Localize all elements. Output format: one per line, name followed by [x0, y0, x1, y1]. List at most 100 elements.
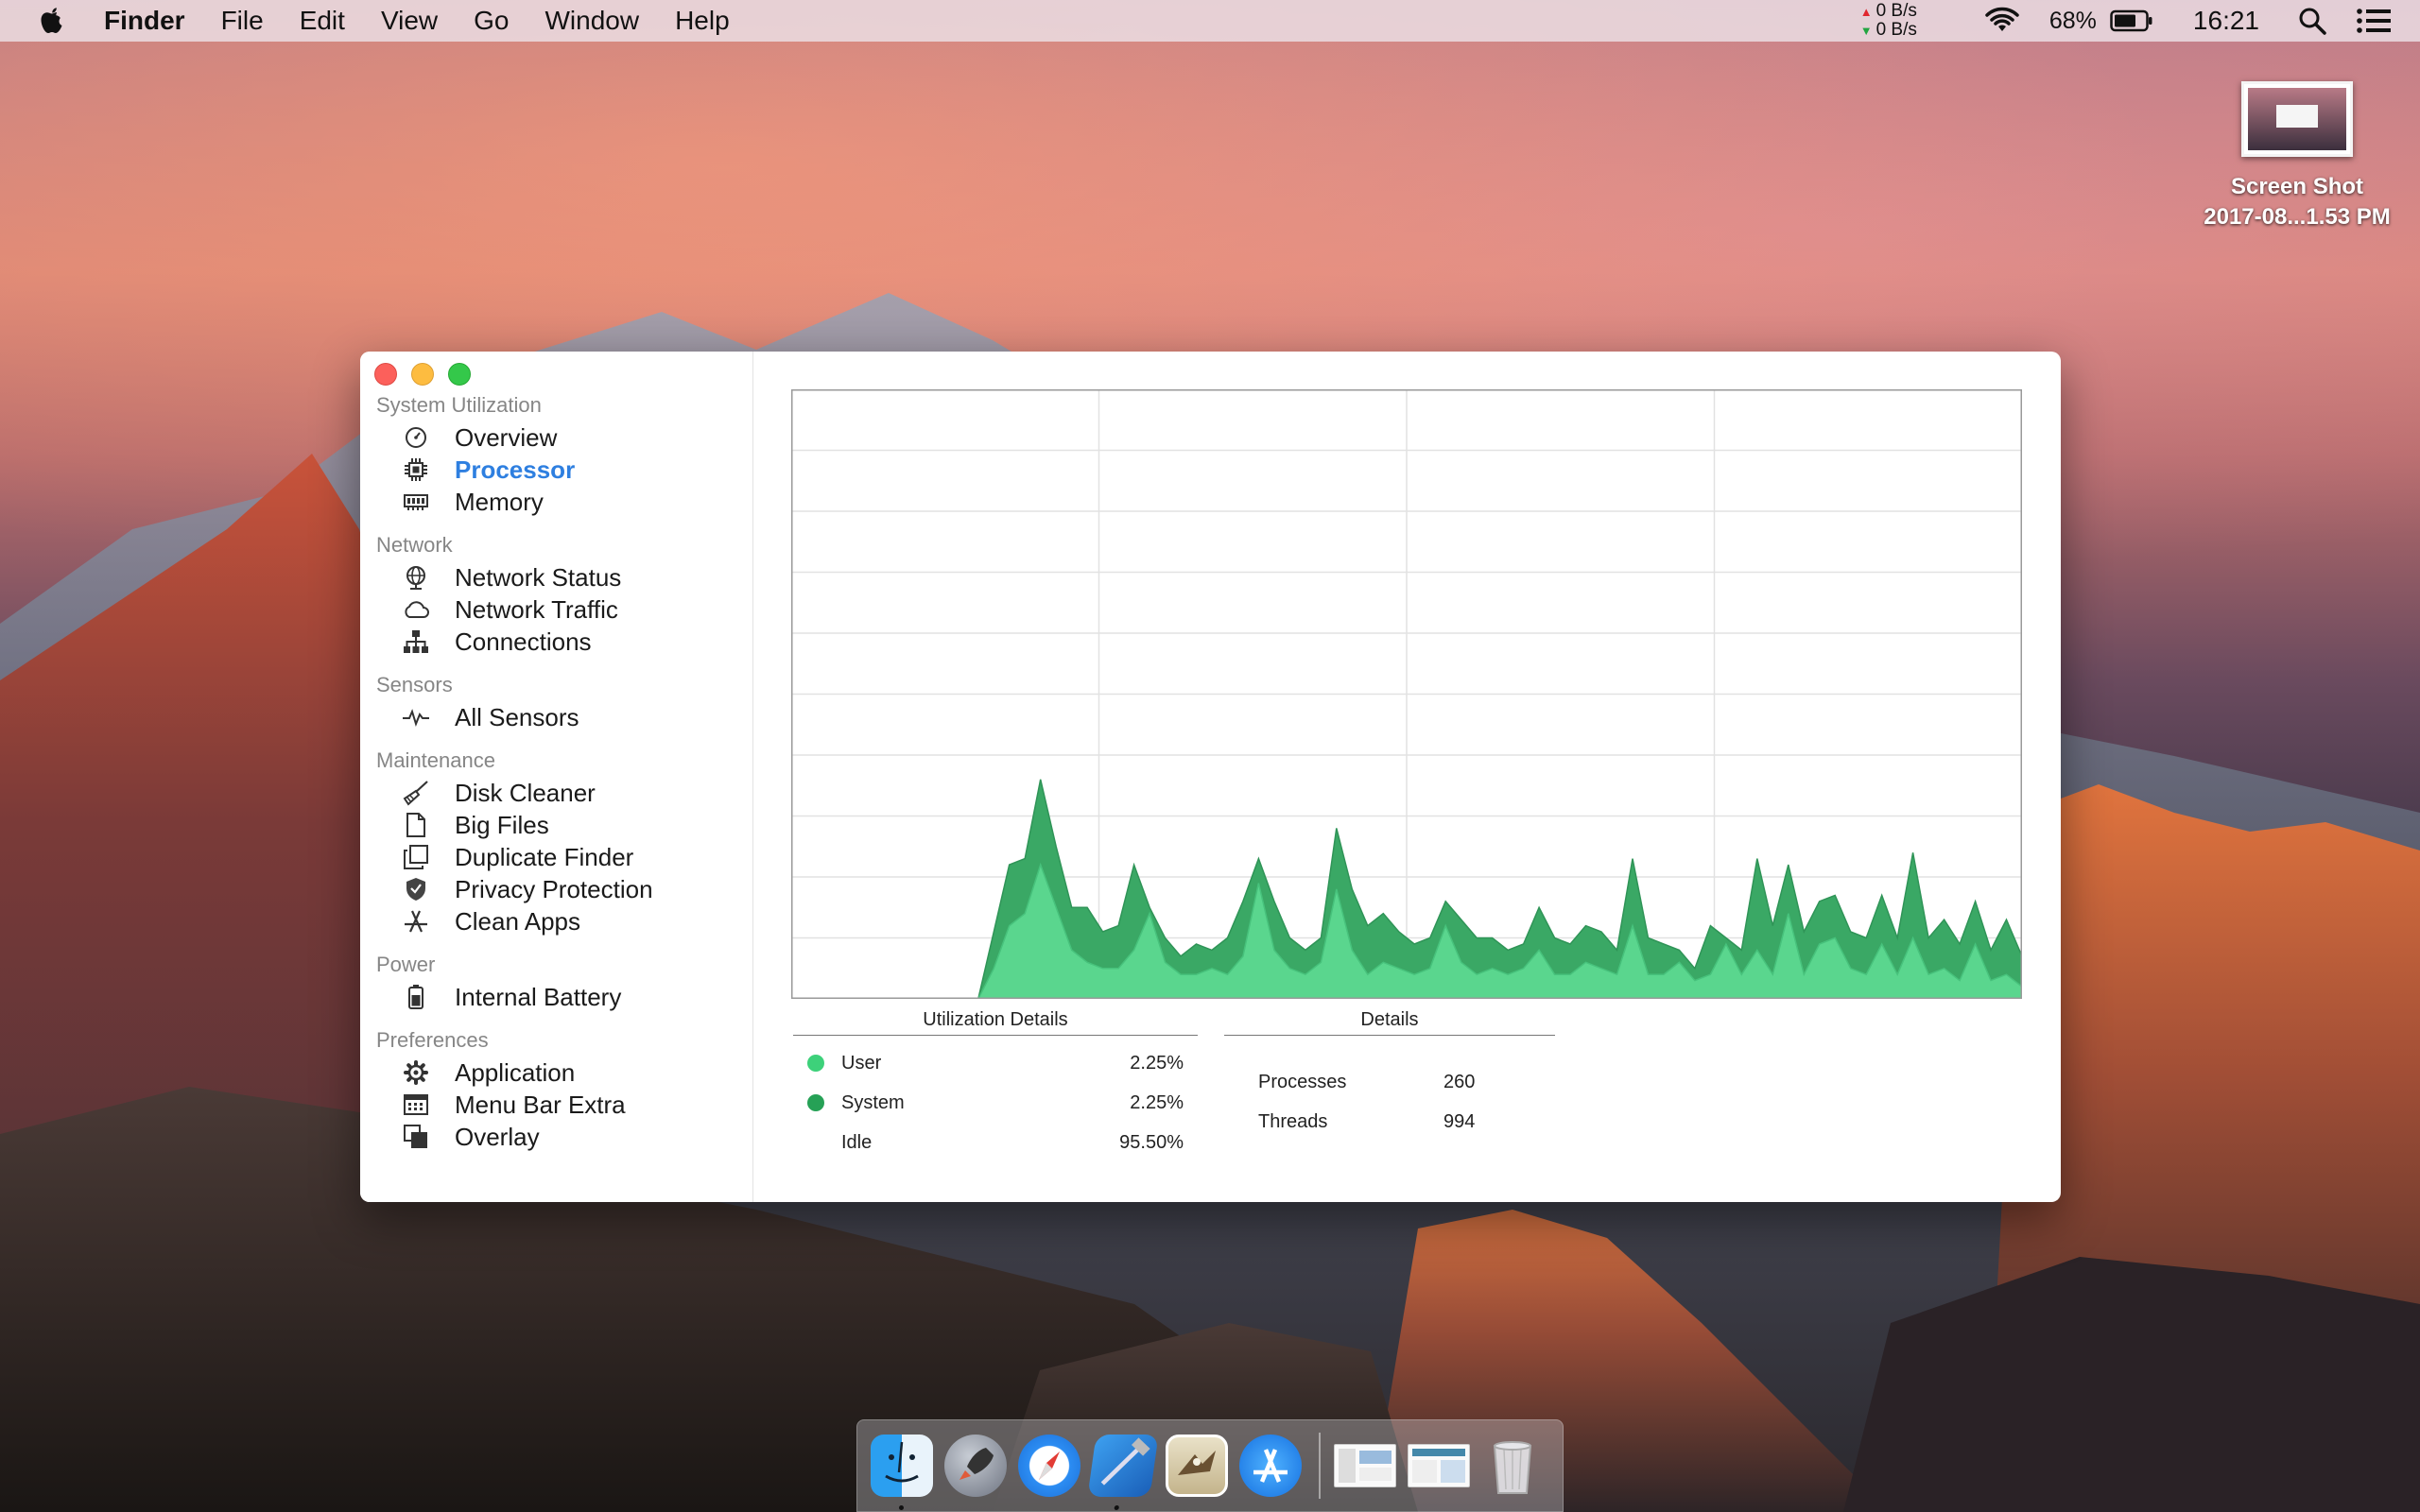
- upload-speed: 0 B/s: [1860, 2, 1917, 21]
- sidebar-nav: System Utilization Overview Processor Me…: [376, 389, 750, 1153]
- sidebar-item-network-traffic[interactable]: Network Traffic: [376, 593, 750, 626]
- app-store-icon: [402, 907, 430, 936]
- cpu-usage-chart: [791, 389, 2022, 999]
- sidebar-item-label: Connections: [455, 627, 592, 656]
- sidebar-item-label: Network Traffic: [455, 594, 618, 624]
- globe-icon: [402, 563, 430, 592]
- menu-bar: Finder File Edit View Go Window Help 0 B…: [0, 0, 2420, 42]
- wifi-icon[interactable]: [1983, 7, 2021, 35]
- apple-icon[interactable]: [38, 5, 66, 37]
- utilization-value: 2.25%: [1130, 1091, 1184, 1113]
- sidebar-item-menu-bar-extra[interactable]: Menu Bar Extra: [376, 1089, 750, 1121]
- utilization-row-idle: Idle 95.50%: [793, 1123, 1198, 1162]
- desktop-file-name-line1: Screen Shot: [2230, 174, 2364, 199]
- sidebar-item-label: Overlay: [455, 1122, 540, 1151]
- desktop-file-screenshot[interactable]: Screen Shot 2017-08...1.53 PM: [2174, 77, 2420, 232]
- app-store-icon[interactable]: [1239, 1435, 1302, 1497]
- sidebar-item-label: Overview: [455, 422, 558, 452]
- hierarchy-icon: [402, 627, 430, 656]
- gear-icon: [402, 1058, 430, 1087]
- sidebar-item-internal-battery[interactable]: Internal Battery: [376, 981, 750, 1013]
- details-title: Details: [1224, 1005, 1555, 1036]
- sidebar-item-memory[interactable]: Memory: [376, 486, 750, 518]
- sidebar-item-label: Internal Battery: [455, 982, 622, 1011]
- finder-icon[interactable]: [871, 1435, 933, 1510]
- sidebar-item-duplicate-finder[interactable]: Duplicate Finder: [376, 841, 750, 873]
- sidebar-item-privacy-protection[interactable]: Privacy Protection: [376, 873, 750, 905]
- app-menu[interactable]: Finder: [104, 6, 185, 36]
- running-indicator: [1114, 1505, 1120, 1510]
- menu-help[interactable]: Help: [675, 6, 730, 36]
- section-system-utilization: System Utilization: [376, 393, 542, 417]
- details-value: 260: [1443, 1071, 1476, 1092]
- sidebar-item-overview[interactable]: Overview: [376, 421, 750, 454]
- xcode-icon[interactable]: [1087, 1435, 1159, 1510]
- clock[interactable]: 16:21: [2193, 6, 2259, 36]
- utilization-value: 95.50%: [1119, 1131, 1184, 1153]
- document-icon: [402, 811, 430, 839]
- mail-icon[interactable]: [1166, 1435, 1228, 1497]
- spotlight-icon[interactable]: [2297, 6, 2327, 36]
- sidebar-item-network-status[interactable]: Network Status: [376, 561, 750, 593]
- dock: [856, 1419, 1564, 1512]
- section-power: Power: [376, 953, 436, 976]
- sidebar-item-processor[interactable]: Processor: [376, 454, 750, 486]
- network-speed-extra[interactable]: 0 B/s 0 B/s: [1860, 2, 1917, 40]
- sidebar-item-label: Processor: [455, 455, 576, 484]
- sidebar-item-label: Menu Bar Extra: [455, 1090, 626, 1119]
- sidebar-item-label: Big Files: [455, 810, 549, 839]
- sidebar-item-disk-cleaner[interactable]: Disk Cleaner: [376, 777, 750, 809]
- cpu-icon: [402, 455, 430, 484]
- zoom-button[interactable]: [448, 363, 471, 386]
- sidebar-item-application[interactable]: Application: [376, 1057, 750, 1089]
- sidebar-item-label: Application: [455, 1057, 576, 1087]
- sidebar-item-label: Memory: [455, 487, 544, 516]
- user-legend-dot: [807, 1055, 824, 1072]
- utilization-row-system: System 2.25%: [793, 1083, 1198, 1123]
- details-label: Processes: [1258, 1071, 1347, 1092]
- menu-edit[interactable]: Edit: [300, 6, 345, 36]
- menu-view[interactable]: View: [381, 6, 438, 36]
- shield-icon: [402, 875, 430, 903]
- download-speed: 0 B/s: [1860, 21, 1917, 40]
- utilization-details-title: Utilization Details: [793, 1005, 1198, 1036]
- screenshot-thumbnail: [2241, 81, 2353, 157]
- details-row-threads: Threads 994: [1224, 1102, 1555, 1142]
- notification-center-icon[interactable]: [2356, 8, 2392, 34]
- menu-go[interactable]: Go: [474, 6, 509, 36]
- details-row-processes: Processes 260: [1224, 1062, 1555, 1102]
- utilization-details-panel: Utilization Details User 2.25% System 2.…: [793, 1005, 1198, 1162]
- details-panel: Details Processes 260 Threads 994: [1224, 1005, 1555, 1142]
- app-window: System Utilization Overview Processor Me…: [360, 352, 2061, 1202]
- launchpad-icon[interactable]: [944, 1435, 1007, 1497]
- cpu-usage-chart-svg: [791, 389, 2022, 999]
- safari-icon[interactable]: [1018, 1435, 1080, 1497]
- sidebar-item-clean-apps[interactable]: Clean Apps: [376, 905, 750, 937]
- details-label: Threads: [1258, 1110, 1328, 1132]
- menu-file[interactable]: File: [221, 6, 264, 36]
- sidebar-item-big-files[interactable]: Big Files: [376, 809, 750, 841]
- screenshot-thumb-icon[interactable]: [1334, 1444, 1396, 1487]
- close-button[interactable]: [374, 363, 397, 386]
- cloud-icon: [402, 595, 430, 624]
- system-legend-dot: [807, 1094, 824, 1111]
- sidebar-item-label: Privacy Protection: [455, 874, 653, 903]
- screenshot-thumb-icon[interactable]: [1408, 1444, 1470, 1487]
- pulse-icon: [402, 703, 430, 731]
- utilization-label: Idle: [841, 1131, 873, 1153]
- battery-icon[interactable]: [2110, 9, 2153, 32]
- trash-icon[interactable]: [1481, 1435, 1544, 1497]
- gauge-icon: [402, 423, 430, 452]
- sidebar-item-connections[interactable]: Connections: [376, 626, 750, 658]
- sidebar-item-overlay[interactable]: Overlay: [376, 1121, 750, 1153]
- memory-icon: [402, 488, 430, 516]
- minimize-button[interactable]: [411, 363, 434, 386]
- copy-icon: [402, 843, 430, 871]
- sidebar-item-label: All Sensors: [455, 702, 579, 731]
- menu-window[interactable]: Window: [544, 6, 639, 36]
- details-value: 994: [1443, 1110, 1476, 1132]
- battery-icon: [402, 983, 430, 1011]
- idle-legend-spacer: [807, 1134, 824, 1151]
- sidebar-item-label: Duplicate Finder: [455, 842, 634, 871]
- sidebar-item-all-sensors[interactable]: All Sensors: [376, 701, 750, 733]
